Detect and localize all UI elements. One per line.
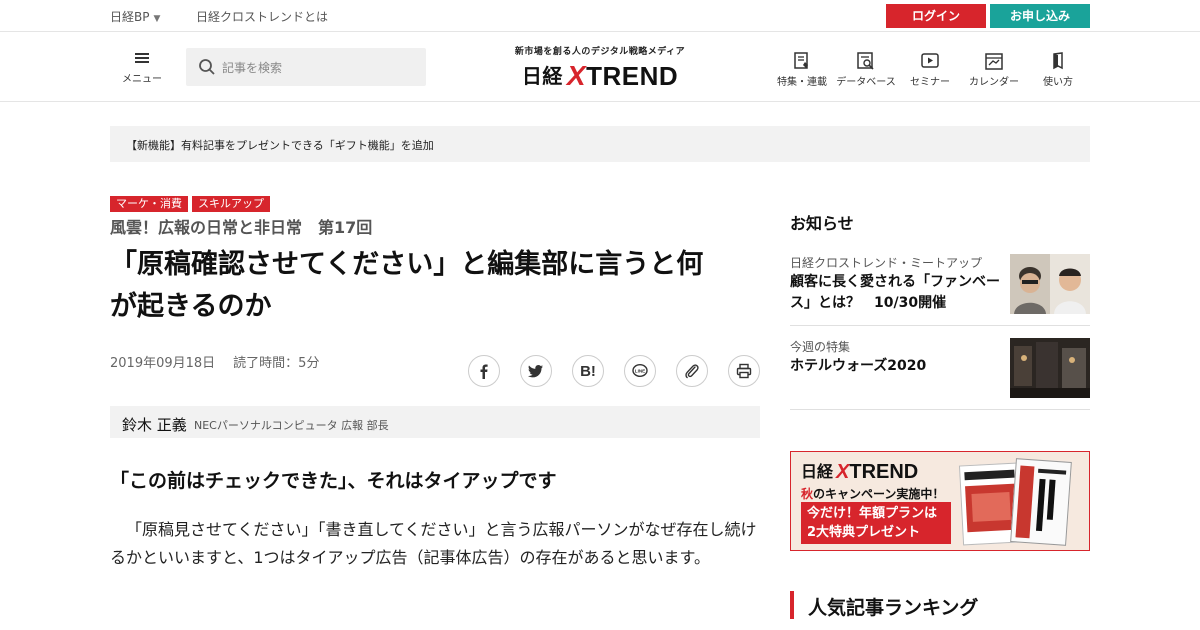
- nav-database[interactable]: データベース: [834, 52, 898, 92]
- feature-icon: [794, 52, 808, 69]
- author-name[interactable]: 鈴木 正義: [122, 414, 187, 435]
- article-subheading: 「この前はチェックできた」、それはタイアップです: [110, 470, 557, 492]
- chevron-down-icon: ▼: [153, 14, 161, 24]
- news-category: 日経クロストレンド・ミートアップ: [790, 256, 983, 270]
- sidebar-notice-title: お知らせ: [790, 214, 854, 233]
- news-title: ホテルウォーズ2020: [790, 358, 927, 374]
- article-body: 「原稿見させてください」「書き直してください」と言う広報パーソンがなぜ存在し続け…: [110, 520, 757, 567]
- search-icon: [199, 59, 215, 75]
- notice-text: 【新機能】有料記事をプレゼントできる「ギフト機能」を追加: [126, 139, 434, 152]
- site-logo[interactable]: 新市場を創る人のデジタル戦略メディア 日経 XTREND: [505, 44, 695, 92]
- nikkei-bp-label: 日経BP: [110, 10, 150, 24]
- search-input[interactable]: 記事を検索: [222, 59, 282, 76]
- login-button[interactable]: ログイン: [886, 4, 986, 28]
- share-twitter-button[interactable]: [520, 355, 552, 387]
- hotel-feature-thumbnail: [1010, 338, 1090, 398]
- series-title[interactable]: 風雲！広報の日常と非日常 第17回: [110, 214, 372, 238]
- hatena-bookmark-icon: B!: [580, 363, 596, 380]
- twitter-icon: [528, 365, 543, 378]
- nav-calendar-label: カレンダー: [969, 77, 1019, 88]
- promo-offer: 今だけ！年額プランは 2大特典プレゼント: [801, 502, 951, 544]
- print-button[interactable]: [728, 355, 760, 387]
- article-meta: 2019年09月18日 読了時間：5分: [110, 352, 319, 371]
- tag-skillup[interactable]: スキルアップ: [192, 196, 270, 212]
- hamburger-icon: [135, 53, 149, 63]
- author-role: NECパーソナルコンピュータ 広報 部長: [194, 419, 389, 432]
- nav-seminar-label: セミナー: [910, 77, 950, 88]
- nav-guide-label: 使い方: [1043, 77, 1073, 88]
- link-icon: [685, 364, 699, 379]
- nav-seminar[interactable]: セミナー: [898, 52, 962, 92]
- news-title: 顧客に長く愛される「ファンベース」とは？ 10/30開催: [790, 274, 1000, 311]
- seminar-icon: [921, 53, 939, 68]
- share-facebook-button[interactable]: [468, 355, 500, 387]
- publish-date: 2019年09月18日: [110, 356, 216, 371]
- nikkei-bp-menu[interactable]: 日経BP ▼: [110, 8, 160, 25]
- svg-text:LINE: LINE: [635, 368, 645, 373]
- author-box: 鈴木 正義 NECパーソナルコンピュータ 広報 部長: [110, 406, 760, 438]
- site-header: メニュー 記事を検索 新市場を創る人のデジタル戦略メディア 日経 XTREND 特…: [0, 32, 1200, 102]
- notice-banner[interactable]: 【新機能】有料記事をプレゼントできる「ギフト機能」を追加: [110, 126, 1090, 162]
- signup-button[interactable]: お申し込み: [990, 4, 1090, 28]
- share-line-button[interactable]: LINE: [624, 355, 656, 387]
- nav-database-label: データベース: [836, 77, 896, 88]
- meetup-speakers-thumbnail: [1010, 254, 1090, 314]
- promo-book-image: [1010, 458, 1072, 546]
- about-link[interactable]: 日経クロストレンドとは: [196, 8, 328, 25]
- tag-marketing[interactable]: マーケ・消費: [110, 196, 188, 212]
- logo-mark: 日経 XTREND: [521, 60, 679, 91]
- promo-logo: 日経 XTREND: [801, 461, 919, 483]
- news-category: 今週の特集: [790, 340, 851, 354]
- guide-icon: [1053, 52, 1063, 70]
- campaign-banner[interactable]: 日経 XTREND 秋のキャンペーン実施中！ 今だけ！年額プランは 2大特典プレゼン…: [790, 451, 1090, 551]
- print-icon: [736, 363, 752, 379]
- ranking-heading: 人気記事ランキング: [790, 591, 1090, 619]
- logo-tagline: 新市場を創る人のデジタル戦略メディア: [514, 47, 686, 57]
- menu-label: メニュー: [122, 74, 162, 85]
- database-icon: [857, 52, 874, 70]
- promo-campaign-text: 秋のキャンペーン実施中！: [801, 487, 945, 501]
- line-icon: LINE: [632, 363, 648, 378]
- share-link-button[interactable]: [676, 355, 708, 387]
- read-time: 読了時間：5分: [233, 356, 320, 371]
- search-box[interactable]: 記事を検索: [186, 48, 426, 86]
- nav-guide[interactable]: 使い方: [1026, 52, 1090, 92]
- news-item-meetup[interactable]: 日経クロストレンド・ミートアップ 顧客に長く愛される「ファンベース」とは？ 10…: [790, 254, 1090, 326]
- article-headline: 「原稿確認させてください」と編集部に言うと何 が起きるのか: [110, 249, 704, 322]
- nav-feature[interactable]: 特集・連載: [770, 52, 834, 92]
- ranking-title: 人気記事ランキング: [808, 597, 979, 619]
- share-hatena-button[interactable]: B!: [572, 355, 604, 387]
- menu-button[interactable]: メニュー: [118, 48, 166, 88]
- facebook-icon: [480, 364, 488, 379]
- calendar-icon: [985, 53, 1003, 70]
- nav-feature-label: 特集・連載: [777, 77, 827, 88]
- news-item-weekly-feature[interactable]: 今週の特集 ホテルウォーズ2020: [790, 338, 1090, 410]
- article-tags: マーケ・消費 スキルアップ: [110, 192, 274, 212]
- nav-calendar[interactable]: カレンダー: [962, 52, 1026, 92]
- top-bar: 日経BP ▼ 日経クロストレンドとは ログイン お申し込み: [0, 0, 1200, 32]
